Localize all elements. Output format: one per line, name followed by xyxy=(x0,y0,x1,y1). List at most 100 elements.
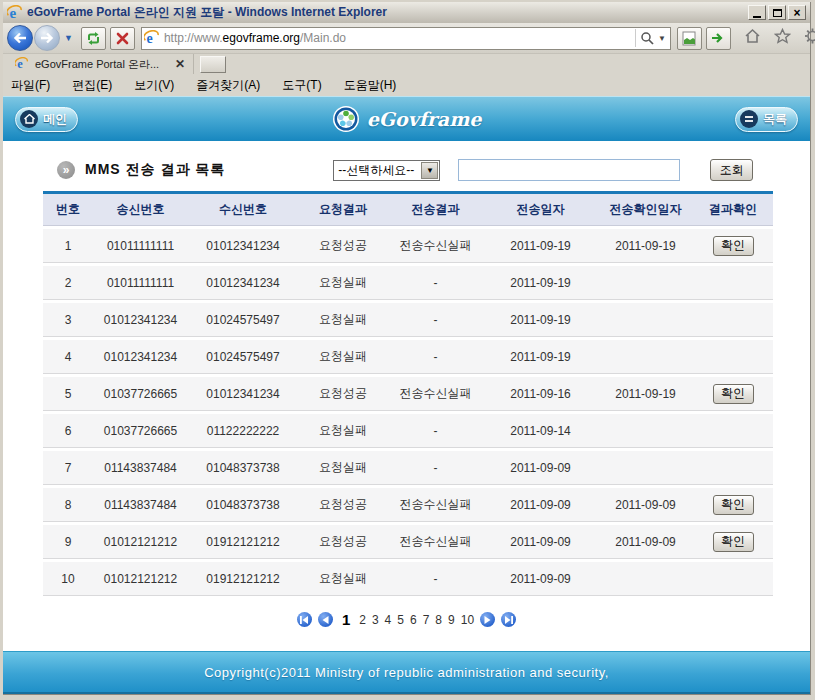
menu-item-5[interactable]: 도움말(H) xyxy=(344,77,397,94)
ie-icon: e xyxy=(15,57,29,71)
close-button[interactable]: × xyxy=(788,5,806,20)
table-row: 10101111111101012341234요청성공전송수신실패2011-09… xyxy=(43,229,773,263)
cell-receiver: 01048373738 xyxy=(188,498,298,512)
page-number[interactable]: 3 xyxy=(372,613,379,627)
compatibility-view-button[interactable] xyxy=(677,27,702,50)
cell-sender: 01011111111 xyxy=(93,239,188,253)
prev-page-button[interactable] xyxy=(318,612,333,627)
address-bar[interactable]: e http://www.egovframe.org/Main.do ▼ xyxy=(141,27,671,50)
cell-no: 5 xyxy=(43,387,93,401)
cell-sender: 01037726665 xyxy=(93,424,188,438)
table-row: 70114383748401048373738요청실패-2011-09-09 xyxy=(43,451,773,485)
cell-receiver: 01012341234 xyxy=(188,239,298,253)
copyright-text: Copyright(c)2011 Ministry of republic ad… xyxy=(204,665,609,680)
list-button[interactable]: 목록 xyxy=(735,107,798,132)
cell-send_result: - xyxy=(388,572,483,586)
cell-request_result: 요청성공 xyxy=(298,385,388,402)
cell-no: 8 xyxy=(43,498,93,512)
filter-select[interactable]: --선택하세요-- ▼ xyxy=(333,160,440,181)
page-number[interactable]: 9 xyxy=(448,613,455,627)
cell-sender: 01011111111 xyxy=(93,276,188,290)
page-number[interactable]: 8 xyxy=(435,613,442,627)
menu-item-4[interactable]: 도구(T) xyxy=(282,77,321,94)
confirm-button[interactable]: 확인 xyxy=(713,532,754,552)
menu-item-3[interactable]: 즐겨찾기(A) xyxy=(196,77,260,94)
cell-request_result: 요청성공 xyxy=(298,533,388,550)
browser-tab[interactable]: e eGovFrame Portal 온라... ✕ xyxy=(9,54,194,75)
cell-send_date: 2011-09-09 xyxy=(483,498,598,512)
page-number[interactable]: 5 xyxy=(397,613,404,627)
page-number[interactable]: 6 xyxy=(410,613,417,627)
column-header: 번호 xyxy=(43,201,93,218)
stop-button[interactable] xyxy=(110,27,135,50)
confirm-button[interactable]: 확인 xyxy=(713,236,754,256)
cell-receiver: 01024575497 xyxy=(188,350,298,364)
cell-no: 3 xyxy=(43,313,93,327)
cell-no: 7 xyxy=(43,461,93,475)
cell-receiver: 01122222222 xyxy=(188,424,298,438)
cell-sender: 01037726665 xyxy=(93,387,188,401)
page-number[interactable]: 4 xyxy=(385,613,392,627)
column-header: 수신번호 xyxy=(188,201,298,218)
back-button[interactable] xyxy=(7,25,33,51)
menu-item-2[interactable]: 보기(V) xyxy=(134,77,174,94)
cell-request_result: 요청성공 xyxy=(298,496,388,513)
menu-item-0[interactable]: 파일(F) xyxy=(11,77,50,94)
result-table: 번호송신번호수신번호요청결과전송결과전송일자전송확인일자결과확인 1010111… xyxy=(43,191,773,596)
search-icon[interactable] xyxy=(640,31,654,45)
table-row: 90101212121201912121212요청성공전송수신실패2011-09… xyxy=(43,525,773,559)
confirm-button[interactable]: 확인 xyxy=(713,495,754,515)
cell-no: 10 xyxy=(43,572,93,586)
page-number[interactable]: 7 xyxy=(423,613,430,627)
select-arrow-icon[interactable]: ▼ xyxy=(421,162,438,179)
cell-confirm: 확인 xyxy=(693,236,773,256)
history-dropdown-icon[interactable]: ▼ xyxy=(64,33,73,43)
home-icon[interactable] xyxy=(744,28,761,48)
confirm-button[interactable]: 확인 xyxy=(713,384,754,404)
cell-send_result: 전송수신실패 xyxy=(388,385,483,402)
next-page-button[interactable] xyxy=(480,612,495,627)
column-header: 요청결과 xyxy=(298,201,388,218)
column-header: 전송결과 xyxy=(388,201,483,218)
favorites-star-icon[interactable] xyxy=(774,28,791,48)
settings-gear-icon[interactable] xyxy=(804,28,815,48)
first-page-button[interactable] xyxy=(297,612,312,627)
table-row: 60103772666501122222222요청실패-2011-09-14 xyxy=(43,414,773,448)
page-number-current[interactable]: 1 xyxy=(342,611,350,628)
cell-confirm_date: 2011-09-09 xyxy=(598,535,693,549)
cell-sender: 01012121212 xyxy=(93,535,188,549)
tab-close-icon[interactable]: ✕ xyxy=(175,57,185,71)
query-button[interactable]: 조회 xyxy=(710,159,753,181)
cell-send_result: 전송수신실패 xyxy=(388,237,483,254)
minimize-button[interactable] xyxy=(748,5,766,20)
table-row: 30101234123401024575497요청실패-2011-09-19 xyxy=(43,303,773,337)
cell-receiver: 01024575497 xyxy=(188,313,298,327)
cell-receiver: 01912121212 xyxy=(188,535,298,549)
last-page-button[interactable] xyxy=(501,612,516,627)
maximize-button[interactable] xyxy=(768,5,786,20)
column-header: 전송일자 xyxy=(483,201,598,218)
page-number[interactable]: 2 xyxy=(359,613,366,627)
cell-send_date: 2011-09-09 xyxy=(483,461,598,475)
main-button[interactable]: 메인 xyxy=(15,107,78,132)
cell-send_result: - xyxy=(388,424,483,438)
refresh-button[interactable] xyxy=(81,27,106,50)
menu-item-1[interactable]: 편집(E) xyxy=(72,77,112,94)
cell-receiver: 01912121212 xyxy=(188,572,298,586)
forward-button[interactable] xyxy=(34,25,60,51)
cell-receiver: 01012341234 xyxy=(188,276,298,290)
search-input[interactable] xyxy=(458,159,680,181)
new-tab-button[interactable] xyxy=(200,56,226,73)
search-dropdown-icon[interactable]: ▼ xyxy=(658,34,666,43)
cell-request_result: 요청성공 xyxy=(298,237,388,254)
page-number[interactable]: 10 xyxy=(461,613,474,627)
column-header: 전송확인일자 xyxy=(598,201,693,218)
footer: Copyright(c)2011 Ministry of republic ad… xyxy=(3,651,810,694)
cell-send_result: - xyxy=(388,350,483,364)
go-button[interactable] xyxy=(706,27,731,50)
browser-window: e eGovFrame Portal 온라인 지원 포탈 - Windows I… xyxy=(3,2,811,695)
page-header: 메인 eGovframe 목록 xyxy=(3,96,810,141)
cell-send_date: 2011-09-16 xyxy=(483,387,598,401)
cell-request_result: 요청실패 xyxy=(298,422,388,439)
cell-send_date: 2011-09-19 xyxy=(483,276,598,290)
